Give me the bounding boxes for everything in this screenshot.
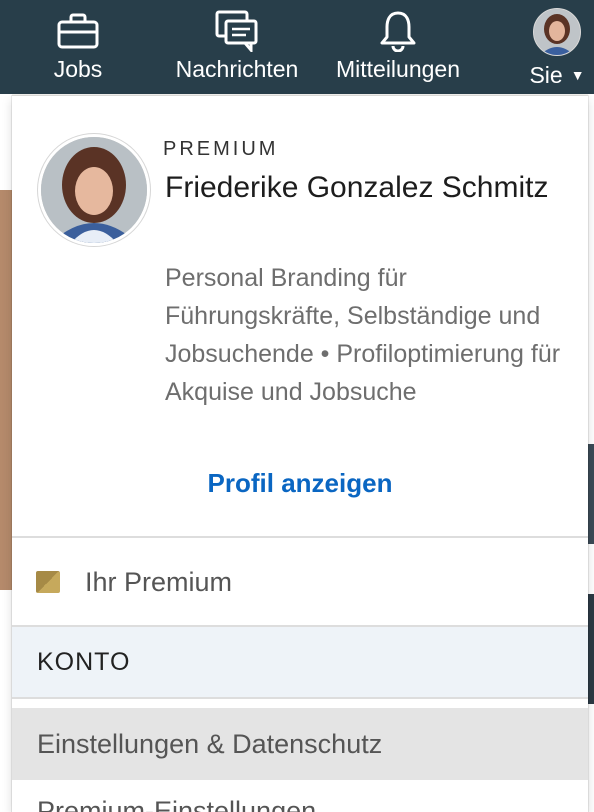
menu-item-premium-settings-label: Premium-Einstellungen (37, 796, 317, 812)
nav-me-label: Sie (529, 62, 563, 88)
caret-down-icon: ▼ (570, 66, 585, 83)
menu-item-settings-privacy-label: Einstellungen & Datenschutz (37, 728, 383, 759)
nav-jobs-label: Jobs (53, 56, 103, 82)
menu-item-premium-label: Ihr Premium (85, 566, 233, 597)
background-image-fragment (0, 190, 12, 590)
menu-item-settings-privacy[interactable]: Einstellungen & Datenschutz (12, 708, 588, 780)
section-header-account-label: KONTO (37, 647, 131, 676)
divider (12, 697, 588, 699)
menu-item-premium-settings[interactable]: Premium-Einstellungen (12, 792, 588, 812)
background-page-right (588, 94, 594, 812)
me-dropdown-menu: PREMIUM Friederike Gonzalez Schmitz Pers… (12, 96, 588, 812)
nav-notifications[interactable]: Mitteilungen (322, 0, 474, 94)
bell-icon (379, 8, 417, 54)
menu-item-premium[interactable]: Ihr Premium (12, 538, 588, 626)
profile-name: Friederike Gonzalez Schmitz (165, 171, 549, 204)
section-header-account: KONTO (12, 627, 588, 697)
profile-headline: Personal Branding für Führungskräfte, Se… (165, 264, 561, 406)
background-image-fragment (588, 444, 594, 544)
background-image-fragment (588, 594, 594, 704)
background-page-left (0, 94, 12, 812)
briefcase-icon (57, 8, 99, 54)
avatar (533, 8, 581, 56)
profile-photo[interactable] (38, 134, 150, 246)
nav-jobs[interactable]: Jobs (42, 0, 114, 94)
premium-gold-icon (36, 571, 60, 593)
nav-messages-label: Nachrichten (175, 56, 299, 82)
nav-notifications-label: Mitteilungen (335, 56, 461, 82)
nav-me[interactable]: Sie ▼ (520, 0, 594, 94)
chat-icon (215, 8, 259, 54)
top-nav-bar: Jobs Nachrichten Mitteilungen Sie ▼ (0, 0, 594, 94)
nav-messages[interactable]: Nachrichten (160, 0, 314, 94)
premium-badge: PREMIUM (163, 138, 279, 160)
view-profile-link[interactable]: Profil anzeigen (12, 468, 588, 499)
